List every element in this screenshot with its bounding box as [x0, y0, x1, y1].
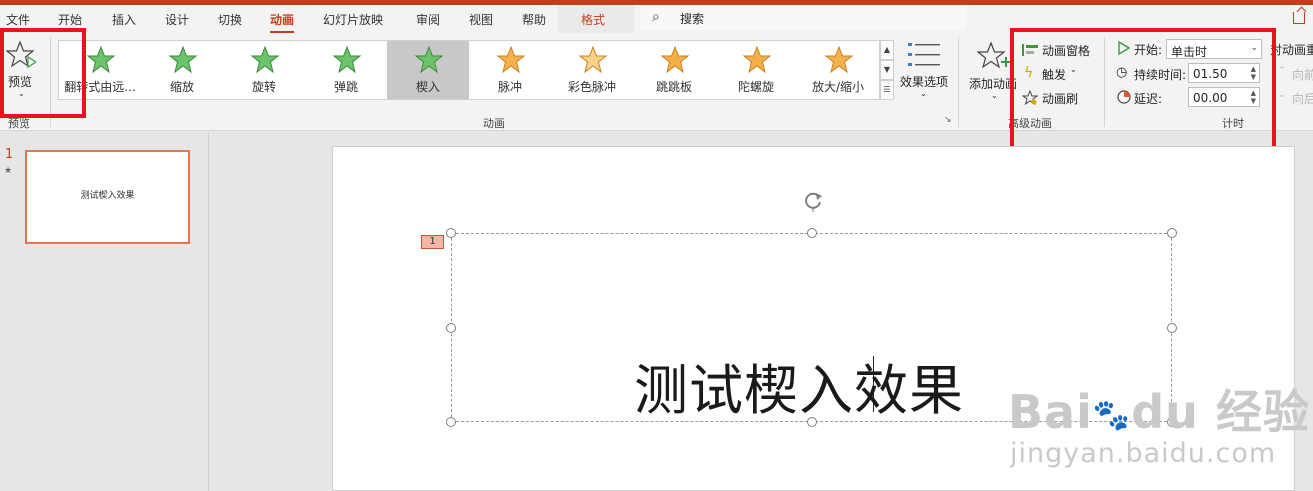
effect-options-button[interactable]: 效果选项 ⌄ — [898, 39, 950, 109]
highlight-timing — [1010, 28, 1276, 155]
star-green-icon — [86, 45, 116, 74]
animation-order-tag[interactable]: 1 — [421, 235, 444, 249]
resize-handle[interactable] — [1167, 323, 1177, 333]
tab-transitions[interactable]: 切换 — [218, 11, 242, 28]
star-add-icon — [977, 41, 1011, 69]
tab-file[interactable]: 文件 — [6, 11, 30, 28]
tab-format[interactable]: 格式 — [581, 11, 605, 28]
gallery-scroll-up[interactable]: ▲ — [880, 40, 894, 60]
anim-grow-shrink[interactable]: 放大/缩小 — [797, 41, 879, 99]
move-later-label[interactable]: 向后 — [1292, 90, 1313, 107]
watermark-brand: Bai🐾du 经验 — [1008, 385, 1310, 439]
tab-slideshow[interactable]: 幻灯片放映 — [323, 11, 383, 28]
star-orange-icon — [496, 45, 526, 74]
highlight-preview — [0, 28, 86, 118]
animation-group-label: 动画 — [483, 117, 505, 130]
slide-thumbnail[interactable]: 测试楔入效果 — [25, 150, 190, 244]
anim-label: 放大/缩小 — [811, 80, 865, 94]
anim-teeter[interactable]: 跳跳板 — [633, 41, 715, 99]
reorder-title: 对动画重 — [1270, 43, 1313, 57]
star-green-icon — [168, 45, 198, 74]
anim-label: 缩放 — [169, 80, 194, 94]
slide-thumbnail-text: 测试楔入效果 — [80, 191, 135, 201]
watermark: Bai🐾du 经验 jingyan.baidu.com — [1008, 376, 1310, 486]
rotate-handle-icon[interactable] — [801, 190, 825, 212]
anim-label: 脉冲 — [497, 80, 522, 94]
star-green-icon — [250, 45, 280, 74]
group-divider — [958, 37, 959, 127]
star-orange-icon — [824, 45, 854, 74]
gallery-expand[interactable]: ☰ — [880, 80, 894, 100]
slide-title-text[interactable]: 测试楔入效果 — [634, 346, 964, 425]
anim-label: 楔入 — [415, 80, 440, 94]
animation-gallery: 翻转式由远... 缩放 旋转 弹跳 楔入 脉冲 彩色脉冲 跳跳板 陀螺旋 放大/… — [58, 40, 880, 100]
move-earlier-label[interactable]: 向前 — [1292, 66, 1313, 83]
resize-handle[interactable] — [446, 417, 456, 427]
anim-label: 弹跳 — [333, 80, 358, 94]
tab-home[interactable]: 开始 — [58, 11, 82, 28]
anim-label: 陀螺旋 — [737, 80, 774, 94]
watermark-url: jingyan.baidu.com — [1010, 438, 1277, 469]
anim-color-pulse[interactable]: 彩色脉冲 — [551, 41, 633, 99]
resize-handle[interactable] — [446, 228, 456, 238]
anim-zoom[interactable]: 缩放 — [141, 41, 223, 99]
tab-design[interactable]: 设计 — [165, 11, 189, 28]
star-orange-icon — [578, 45, 608, 74]
star-green-icon — [414, 45, 444, 74]
star-orange-icon — [742, 45, 772, 74]
anim-spinner[interactable]: 陀螺旋 — [715, 41, 797, 99]
search-icon: ⌕ — [652, 9, 660, 25]
chevron-down-icon: ⌄ — [991, 91, 998, 100]
tab-view[interactable]: 视图 — [469, 11, 493, 28]
tab-help[interactable]: 帮助 — [522, 11, 546, 28]
search-box[interactable]: ⌕ 搜索 — [640, 6, 966, 30]
gallery-scroll-down[interactable]: ▼ — [880, 60, 894, 80]
resize-handle[interactable] — [446, 323, 456, 333]
tab-insert[interactable]: 插入 — [112, 11, 136, 28]
list-options-icon — [908, 43, 940, 66]
slide-thumbnail-pane: 1 ★ 测试楔入效果 — [0, 132, 209, 491]
search-label: 搜索 — [680, 12, 705, 26]
dialog-launcher-icon[interactable]: ↘ — [944, 115, 952, 125]
tab-review[interactable]: 审阅 — [416, 11, 440, 28]
tab-animations[interactable]: 动画 — [270, 11, 295, 34]
anim-label: 旋转 — [251, 80, 276, 94]
resize-handle[interactable] — [807, 228, 817, 238]
anim-wedge[interactable]: 楔入 — [387, 41, 469, 99]
chevron-down-icon: ⌄ — [920, 89, 927, 98]
slide-number: 1 — [5, 147, 14, 162]
share-icon[interactable] — [1293, 12, 1305, 24]
effect-options-label: 效果选项 — [900, 75, 949, 89]
anim-bounce[interactable]: 弹跳 — [305, 41, 387, 99]
move-earlier-icon: ⌃ — [1278, 66, 1286, 76]
animation-star-icon: ★ — [4, 166, 13, 176]
anim-pulse[interactable]: 脉冲 — [469, 41, 551, 99]
move-later-icon: ⌄ — [1278, 90, 1286, 100]
star-green-icon — [332, 45, 362, 74]
star-orange-icon — [660, 45, 690, 74]
resize-handle[interactable] — [1167, 228, 1177, 238]
anim-label: 彩色脉冲 — [567, 80, 616, 94]
anim-spin[interactable]: 旋转 — [223, 41, 305, 99]
text-cursor — [873, 356, 874, 412]
anim-label: 跳跳板 — [655, 80, 692, 94]
